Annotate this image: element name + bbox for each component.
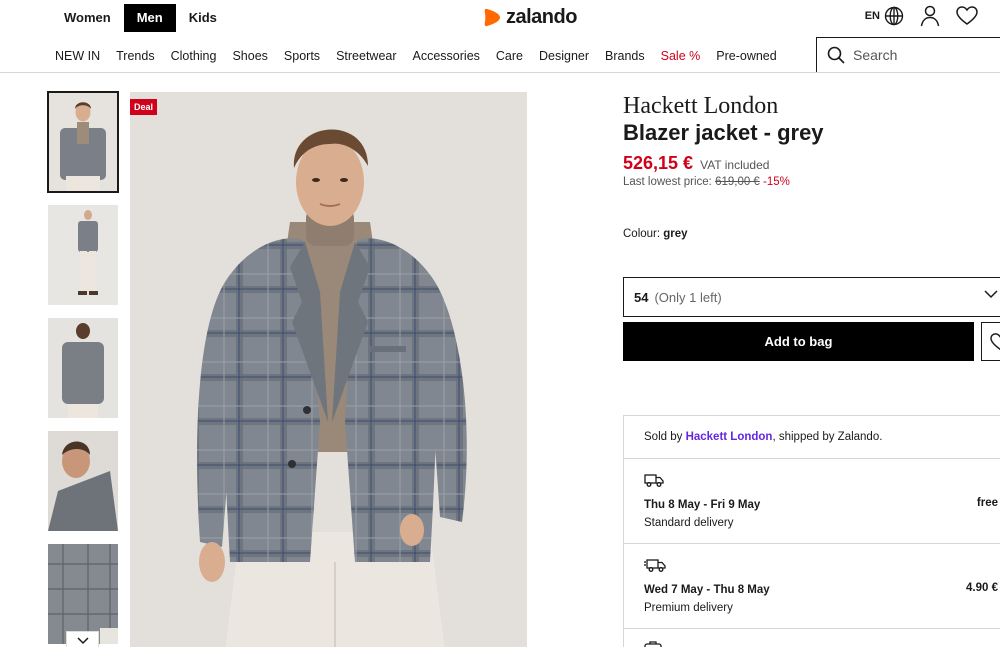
delivery-option-more — [624, 629, 1000, 647]
globe-icon — [884, 6, 904, 26]
sold-by-suffix: , shipped by Zalando. — [772, 431, 883, 443]
header-icons: EN — [865, 5, 978, 27]
box-icon — [644, 641, 662, 647]
delivery-dates: Thu 8 May - Fri 9 May — [644, 499, 761, 511]
search-box[interactable] — [816, 37, 1000, 73]
colour-info: Colour: grey — [623, 228, 1000, 240]
thumbnail-fabric-closeup[interactable] — [48, 544, 118, 644]
gender-tab-kids[interactable]: Kids — [176, 4, 230, 32]
lowest-price-info: Last lowest price: 619,00 € -15% — [623, 176, 1000, 188]
product-brand[interactable]: Hackett London — [623, 92, 1000, 120]
thumbnail-full-body[interactable] — [48, 205, 118, 305]
gender-tab-women[interactable]: Women — [51, 4, 124, 32]
thumbnail-strip — [47, 91, 119, 647]
sold-by-prefix: Sold by — [644, 431, 683, 443]
nav-item-brands[interactable]: Brands — [605, 49, 645, 63]
search-input[interactable] — [853, 47, 983, 63]
add-to-bag-button[interactable]: Add to bag — [623, 322, 974, 361]
wishlist-heart-icon[interactable] — [956, 6, 978, 26]
delivery-cost: 4.90 € — [966, 582, 998, 594]
nav-item-new-in[interactable]: NEW IN — [55, 49, 100, 63]
nav-item-pre-owned[interactable]: Pre-owned — [716, 49, 776, 63]
delivery-truck-icon — [644, 473, 664, 488]
nav-item-shoes[interactable]: Shoes — [232, 49, 267, 63]
nav-item-accessories[interactable]: Accessories — [413, 49, 480, 63]
nav-divider — [0, 72, 1000, 73]
language-selector[interactable]: EN — [865, 6, 904, 26]
size-select[interactable]: 54 (Only 1 left) — [623, 277, 1000, 317]
nav-item-streetwear[interactable]: Streetwear — [336, 49, 396, 63]
search-icon — [827, 46, 845, 64]
colour-value: grey — [663, 228, 688, 240]
selected-size: 54 — [634, 289, 649, 305]
product-name: Blazer jacket - grey — [623, 120, 824, 145]
heart-icon — [990, 332, 1000, 351]
category-nav: NEW IN Trends Clothing Shoes Sports Stre… — [55, 49, 793, 63]
thumbnail-front-half[interactable] — [47, 91, 119, 193]
gender-tabs: Women Men Kids — [51, 4, 230, 32]
fast-delivery-truck-icon — [644, 558, 666, 573]
gender-tab-men[interactable]: Men — [123, 4, 176, 32]
delivery-dates: Wed 7 May - Thu 8 May — [644, 584, 770, 596]
nav-item-clothing[interactable]: Clothing — [171, 49, 217, 63]
product-info: Hackett London Blazer jacket - grey 526,… — [623, 92, 1000, 240]
price-row: 526,15 € VAT included — [623, 153, 1000, 174]
chevron-down-icon — [76, 637, 89, 645]
nav-item-sale[interactable]: Sale % — [661, 49, 701, 63]
language-code: EN — [864, 10, 880, 22]
old-price: 619,00 € — [715, 176, 760, 188]
add-to-wishlist-button[interactable] — [981, 322, 1000, 361]
zalando-logo[interactable]: zalando — [484, 6, 577, 29]
delivery-box: Sold by Hackett London, shipped by Zalan… — [623, 415, 1000, 647]
nav-item-designer[interactable]: Designer — [539, 49, 589, 63]
colour-label: Colour: — [623, 228, 661, 240]
size-stock-note: (Only 1 left) — [654, 289, 722, 305]
delivery-cost: free — [976, 497, 998, 509]
nav-item-care[interactable]: Care — [496, 49, 523, 63]
zalando-logo-icon — [484, 8, 500, 27]
product-photo — [130, 92, 527, 647]
vat-note: VAT included — [700, 158, 770, 172]
top-bar: Women Men Kids zalando EN — [0, 0, 1000, 36]
delivery-option-standard: Thu 8 May - Fri 9 May Standard delivery … — [624, 459, 1000, 544]
discount-percent: -15% — [763, 176, 790, 188]
product-main-image[interactable]: Deal — [130, 92, 527, 647]
deal-badge: Deal — [130, 99, 158, 115]
delivery-type: Premium delivery — [644, 602, 733, 614]
thumbnail-scroll-down-button[interactable] — [66, 631, 99, 647]
seller-info: Sold by Hackett London, shipped by Zalan… — [624, 416, 1000, 459]
thumbnail-detail-view[interactable] — [48, 431, 118, 531]
chevron-down-icon — [984, 290, 998, 299]
delivery-option-premium: Wed 7 May - Thu 8 May Premium delivery 4… — [624, 544, 1000, 629]
nav-item-trends[interactable]: Trends — [116, 49, 154, 63]
account-icon[interactable] — [920, 5, 940, 27]
lowest-price-label: Last lowest price: — [623, 176, 712, 188]
nav-item-sports[interactable]: Sports — [284, 49, 320, 63]
seller-link[interactable]: Hackett London — [686, 431, 773, 443]
logo-text: zalando — [506, 6, 577, 28]
delivery-type: Standard delivery — [644, 517, 734, 529]
current-price: 526,15 € — [623, 153, 694, 173]
thumbnail-back-view[interactable] — [48, 318, 118, 418]
